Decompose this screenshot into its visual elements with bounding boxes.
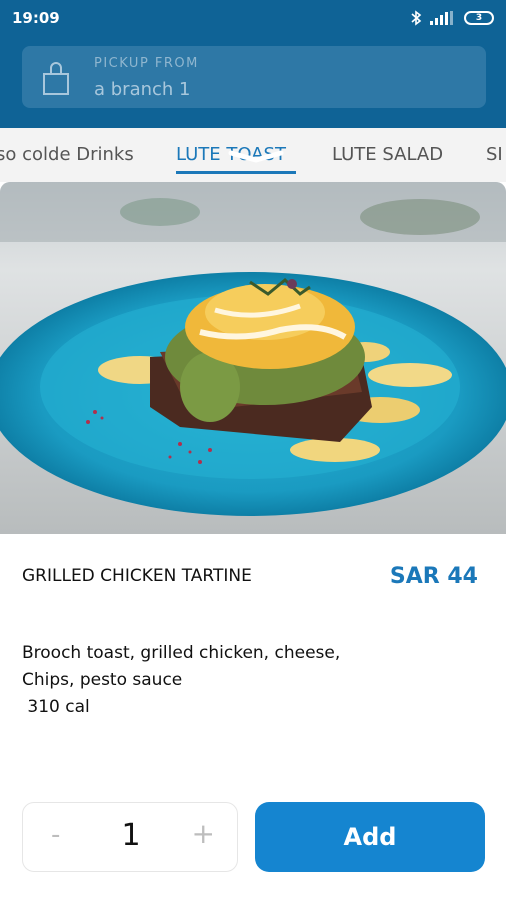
tab-lute-salad[interactable]: LUTE SALAD xyxy=(332,144,443,165)
shopping-bag-icon xyxy=(43,62,69,95)
increment-button[interactable]: + xyxy=(192,817,215,850)
product-name: GRILLED CHICKEN TARTINE xyxy=(22,566,252,586)
battery-level: 3 xyxy=(475,13,483,23)
add-button[interactable]: Add xyxy=(255,802,485,872)
tab-cold-drinks[interactable]: so colde Drinks xyxy=(0,144,134,165)
product-description: Brooch toast, grilled chicken, cheese, C… xyxy=(22,640,442,721)
pickup-branch: a branch 1 xyxy=(94,79,191,100)
bluetooth-icon xyxy=(411,10,422,26)
add-button-label: Add xyxy=(343,823,397,851)
chevron-down-icon[interactable] xyxy=(227,148,285,164)
status-time: 19:09 xyxy=(12,9,60,27)
pickup-selector[interactable]: PICKUP FROM a branch 1 xyxy=(22,46,486,108)
status-icons: 3 xyxy=(410,10,494,26)
description-line: 310 cal xyxy=(22,697,90,717)
description-line: Chips, pesto sauce xyxy=(22,670,183,690)
header: PICKUP FROM a branch 1 xyxy=(0,36,506,128)
description-line: Brooch toast, grilled chicken, cheese, xyxy=(22,643,341,663)
pickup-caption: PICKUP FROM xyxy=(94,56,199,71)
quantity-stepper: - 1 + xyxy=(22,802,238,872)
product-price: SAR 44 xyxy=(389,564,478,589)
battery-icon: 3 xyxy=(464,11,494,25)
active-tab-indicator xyxy=(176,171,296,174)
tab-next[interactable]: SI xyxy=(486,144,503,165)
signal-icon xyxy=(430,11,453,25)
status-bar: 19:09 3 xyxy=(0,0,506,36)
product-image xyxy=(0,182,506,534)
